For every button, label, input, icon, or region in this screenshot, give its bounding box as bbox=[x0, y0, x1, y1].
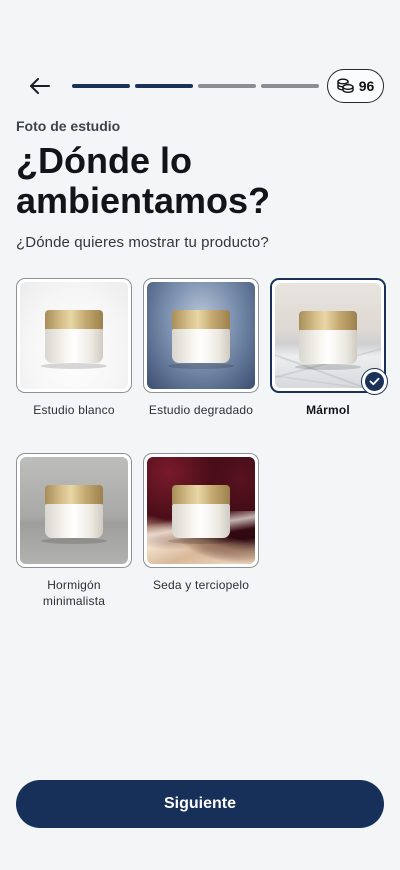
scene-image-concrete bbox=[20, 457, 128, 564]
product-jar bbox=[168, 485, 234, 544]
option-seda-y-terciopelo[interactable]: Seda y terciopelo bbox=[143, 453, 259, 593]
product-jar bbox=[295, 311, 361, 370]
progress-step-4 bbox=[261, 84, 319, 88]
product-jar bbox=[41, 310, 107, 369]
product-jar bbox=[168, 310, 234, 369]
option-hormigon-minimalista[interactable]: Hormigón minimalista bbox=[16, 453, 132, 609]
scene-image-silk-velvet bbox=[147, 457, 255, 564]
top-bar: 96 bbox=[0, 68, 400, 104]
flow-name: Foto de estudio bbox=[16, 118, 121, 134]
selected-indicator bbox=[361, 368, 388, 395]
scene-image-gradient-studio bbox=[147, 282, 255, 389]
option-thumbnail bbox=[16, 278, 132, 393]
progress-step-3 bbox=[198, 84, 256, 88]
scene-image-white-studio bbox=[20, 282, 128, 389]
option-thumbnail bbox=[143, 453, 259, 568]
option-thumbnail bbox=[16, 453, 132, 568]
option-thumbnail bbox=[270, 278, 388, 395]
progress-step-2 bbox=[135, 84, 193, 88]
credits-badge[interactable]: 96 bbox=[327, 69, 384, 103]
step-progress bbox=[72, 84, 319, 88]
back-button[interactable] bbox=[26, 72, 54, 100]
check-icon bbox=[369, 377, 380, 386]
option-label: Estudio blanco bbox=[33, 403, 115, 417]
next-button[interactable]: Siguiente bbox=[16, 780, 384, 828]
option-estudio-degradado[interactable]: Estudio degradado bbox=[143, 278, 259, 418]
page-title: ¿Dónde lo ambientamos? bbox=[16, 140, 271, 221]
arrow-left-icon bbox=[30, 78, 50, 94]
credits-value: 96 bbox=[358, 78, 375, 94]
product-jar bbox=[41, 485, 107, 544]
option-label: Seda y terciopelo bbox=[152, 578, 250, 592]
progress-step-1 bbox=[72, 84, 130, 88]
option-label: Hormigón minimalista bbox=[42, 578, 106, 608]
coins-icon bbox=[337, 78, 354, 94]
option-marmol[interactable]: Mármol bbox=[270, 278, 388, 418]
option-label: Estudio degradado bbox=[148, 403, 254, 417]
option-estudio-blanco[interactable]: Estudio blanco bbox=[16, 278, 132, 418]
page-subtitle: ¿Dónde quieres mostrar tu producto? bbox=[16, 234, 269, 251]
option-label: Mármol bbox=[306, 403, 350, 417]
option-thumbnail bbox=[143, 278, 259, 393]
